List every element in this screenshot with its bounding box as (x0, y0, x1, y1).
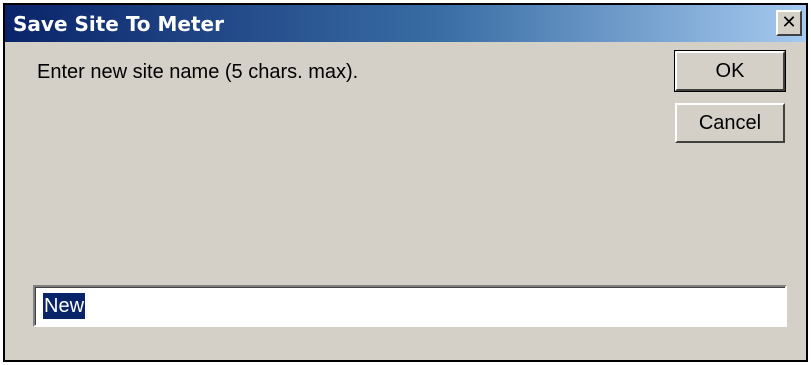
prompt-label: Enter new site name (5 chars. max). (37, 61, 359, 83)
cancel-button[interactable]: Cancel (675, 103, 785, 143)
site-name-input[interactable]: New (33, 285, 787, 327)
dialog-title: Save Site To Meter (13, 12, 224, 36)
cancel-button-label: Cancel (698, 111, 762, 134)
ok-button[interactable]: OK (674, 50, 786, 92)
close-icon: ✕ (781, 12, 797, 33)
title-bar[interactable]: Save Site To Meter ✕ (5, 5, 806, 42)
site-name-value: New (43, 293, 86, 319)
ok-button-label: OK (715, 59, 745, 82)
save-site-dialog: Save Site To Meter ✕ Enter new site name… (3, 3, 808, 362)
close-button[interactable]: ✕ (776, 10, 802, 36)
